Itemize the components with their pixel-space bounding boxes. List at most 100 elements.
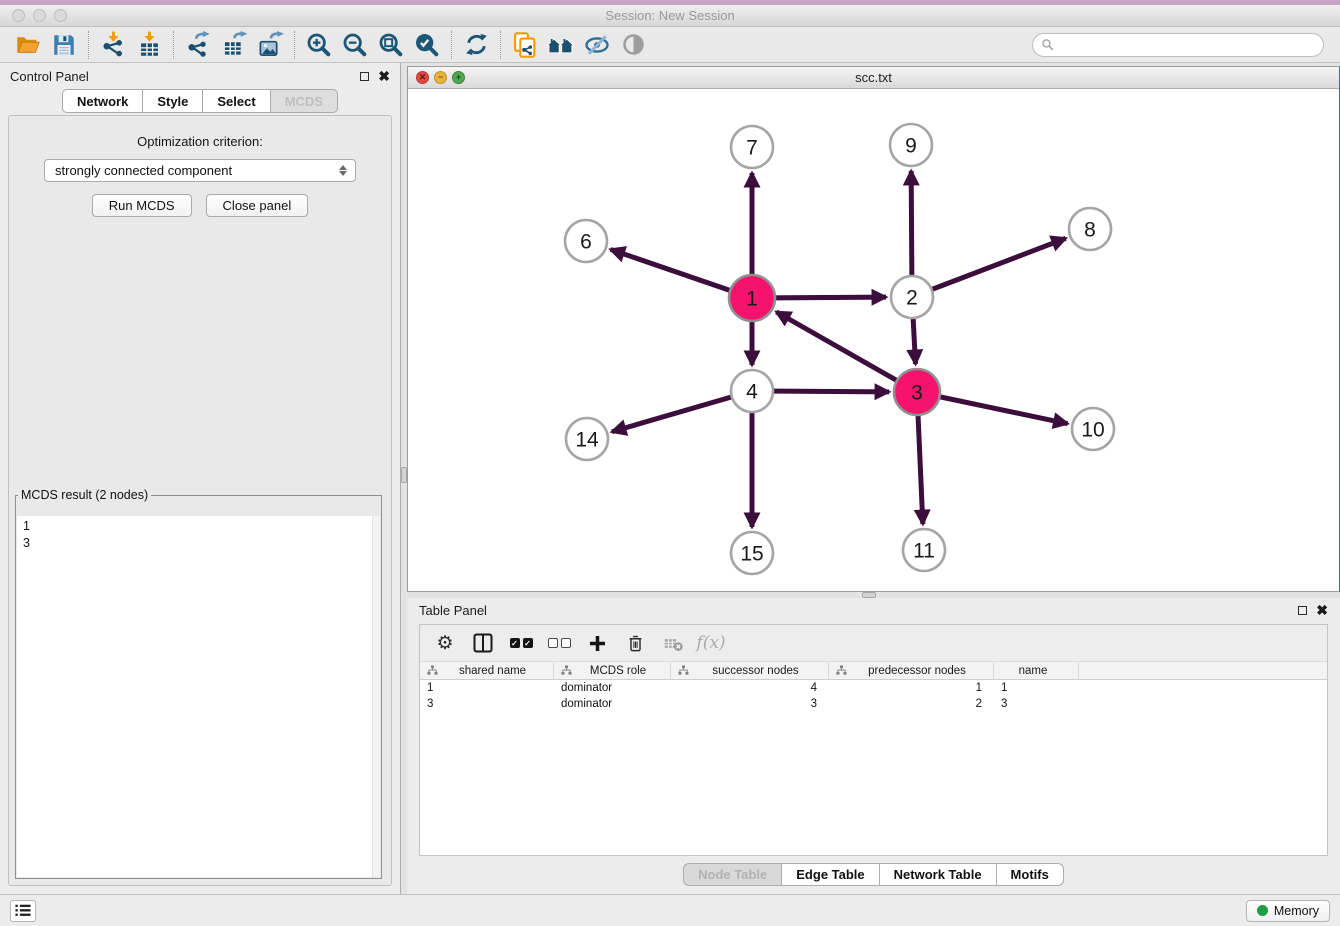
run-mcds-button[interactable]: Run MCDS (92, 194, 192, 217)
table-tabs: Node Table Edge Table Network Table Moti… (407, 863, 1340, 886)
maximize-network-button[interactable]: + (452, 71, 465, 84)
refresh-view-button[interactable] (458, 29, 494, 61)
tab-network[interactable]: Network (62, 89, 143, 113)
column-header-mcds-role[interactable]: MCDS role (554, 662, 671, 679)
zoom-out-button[interactable] (337, 29, 373, 61)
tab-node-table[interactable]: Node Table (683, 863, 782, 886)
cell-shared-name[interactable]: 1 (420, 680, 554, 696)
graph-node-label: 10 (1081, 419, 1104, 442)
graph-node-15[interactable]: 15 (731, 532, 773, 574)
graph-node-6[interactable]: 6 (565, 220, 607, 262)
minimize-network-button[interactable]: − (434, 71, 447, 84)
split-view-button[interactable] (466, 628, 500, 658)
memory-button[interactable]: Memory (1246, 900, 1330, 922)
zoom-selected-button[interactable] (409, 29, 445, 61)
network-canvas[interactable]: 7 9 6 8 1 2 4 3 14 10 15 11 (408, 89, 1339, 591)
float-table-panel-button[interactable] (1298, 606, 1307, 615)
column-type-icon (427, 665, 438, 676)
cell-predecessor-nodes[interactable]: 1 (829, 680, 994, 696)
import-table-button[interactable] (131, 29, 167, 61)
cell-name[interactable]: 1 (994, 680, 1079, 696)
graph-node-1[interactable]: 1 (729, 275, 775, 321)
control-panel: Control Panel ✖ Network Style Select MCD… (0, 63, 401, 894)
cybrowser-home-button[interactable] (543, 29, 579, 61)
close-network-button[interactable]: ✕ (416, 71, 429, 84)
zoom-window-button[interactable] (54, 9, 67, 22)
cell-predecessor-nodes[interactable]: 2 (829, 696, 994, 712)
table-row[interactable]: 3 dominator 3 2 3 (420, 696, 1327, 712)
graph-node-9[interactable]: 9 (890, 124, 932, 166)
tab-edge-table[interactable]: Edge Table (782, 863, 879, 886)
graph-node-11[interactable]: 11 (903, 529, 945, 571)
zoom-in-button[interactable] (301, 29, 337, 61)
close-window-button[interactable] (12, 9, 25, 22)
close-mcds-panel-button[interactable]: Close panel (206, 194, 309, 217)
task-history-button[interactable] (10, 900, 36, 922)
save-session-button[interactable] (46, 29, 82, 61)
tab-style[interactable]: Style (143, 89, 203, 113)
criterion-dropdown[interactable]: strongly connected component (44, 159, 356, 182)
add-column-button[interactable] (580, 628, 614, 658)
close-panel-button[interactable]: ✖ (378, 69, 390, 83)
table-settings-button[interactable]: ⚙ (428, 628, 462, 658)
window-title: Session: New Session (0, 8, 1340, 23)
tab-mcds[interactable]: MCDS (271, 89, 338, 113)
network-window-titlebar[interactable]: ✕ − + scc.txt (408, 67, 1339, 89)
mcds-result-area[interactable]: 1 3 (17, 516, 380, 877)
graph-node-2[interactable]: 2 (891, 276, 933, 318)
column-header-successor-nodes[interactable]: successor nodes (671, 662, 829, 679)
graph-node-4[interactable]: 4 (731, 370, 773, 412)
search-box[interactable] (1032, 33, 1324, 57)
graph-node-14[interactable]: 14 (566, 418, 608, 460)
open-session-button[interactable] (10, 29, 46, 61)
tab-network-table[interactable]: Network Table (880, 863, 997, 886)
memory-label: Memory (1274, 904, 1319, 918)
column-header-shared-name[interactable]: shared name (420, 662, 554, 679)
tab-motifs[interactable]: Motifs (997, 863, 1064, 886)
table-panel: Table Panel ✖ ⚙ (407, 598, 1340, 894)
cell-mcds-role[interactable]: dominator (554, 680, 671, 696)
control-panel-header: Control Panel ✖ (0, 63, 400, 89)
close-table-panel-button[interactable]: ✖ (1316, 603, 1328, 617)
criterion-value: strongly connected component (55, 163, 232, 178)
cell-mcds-role[interactable]: dominator (554, 696, 671, 712)
search-input[interactable] (1059, 38, 1315, 52)
cell-shared-name[interactable]: 3 (420, 696, 554, 712)
tab-select[interactable]: Select (203, 89, 270, 113)
cell-successor-nodes[interactable]: 4 (671, 680, 829, 696)
graph-node-10[interactable]: 10 (1072, 408, 1114, 450)
result-scrollbar[interactable] (372, 516, 380, 877)
import-network-button[interactable] (95, 29, 131, 61)
export-table-button[interactable] (216, 29, 252, 61)
function-builder-button[interactable]: f(x) (694, 628, 728, 658)
zoom-fit-button[interactable] (373, 29, 409, 61)
float-panel-button[interactable] (360, 72, 369, 81)
deselect-all-button[interactable] (542, 628, 576, 658)
export-network-button[interactable] (180, 29, 216, 61)
delete-column-button[interactable] (618, 628, 652, 658)
graph-node-3[interactable]: 3 (894, 369, 940, 415)
graph-node-8[interactable]: 8 (1069, 208, 1111, 250)
column-type-icon (561, 665, 572, 676)
delete-table-icon (663, 633, 684, 654)
column-header-name[interactable]: name (994, 662, 1079, 679)
select-all-button[interactable]: ✓✓ (504, 628, 538, 658)
memory-status-icon (1257, 905, 1268, 916)
minimize-window-button[interactable] (33, 9, 46, 22)
column-type-icon (678, 665, 689, 676)
zoom-out-icon (341, 31, 369, 59)
checked-boxes-icon: ✓✓ (510, 638, 533, 648)
graph-node-7[interactable]: 7 (731, 126, 773, 168)
splitter-handle[interactable] (401, 467, 407, 483)
clone-network-button[interactable] (507, 29, 543, 61)
mcds-result-box: MCDS result (2 nodes) 1 3 (15, 488, 382, 879)
cell-name[interactable]: 3 (994, 696, 1079, 712)
column-header-predecessor-nodes[interactable]: predecessor nodes (829, 662, 994, 679)
cell-successor-nodes[interactable]: 3 (671, 696, 829, 712)
hide-panels-button[interactable] (579, 29, 615, 61)
show-graphics-details-button[interactable] (615, 29, 651, 61)
table-row[interactable]: 1 dominator 4 1 1 (420, 680, 1327, 696)
delete-table-button[interactable] (656, 628, 690, 658)
graph-edge-2-8[interactable] (912, 238, 1066, 297)
export-image-button[interactable] (252, 29, 288, 61)
